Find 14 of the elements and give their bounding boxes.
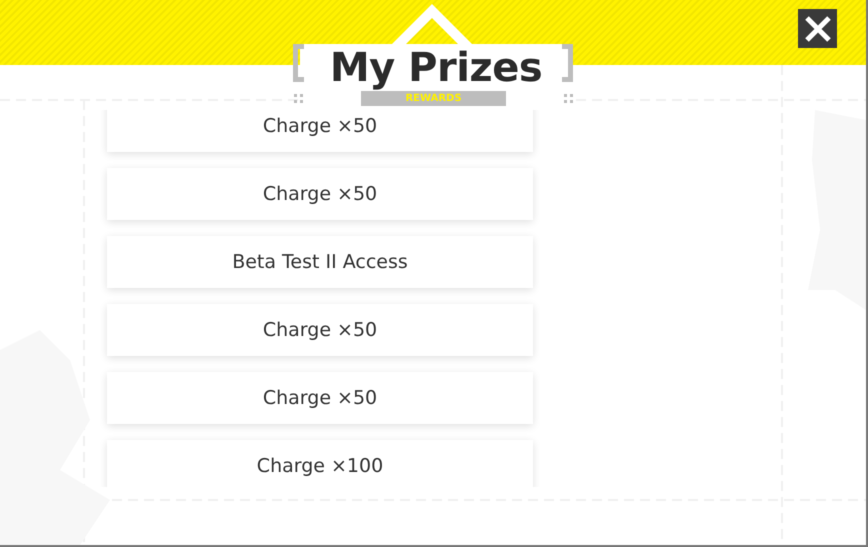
dots-icon: [564, 94, 573, 103]
dots-icon: [294, 94, 303, 103]
prize-card: Charge ×50: [107, 110, 533, 152]
page-title: My Prizes: [330, 44, 542, 93]
prize-card: Beta Test II Access: [107, 236, 533, 288]
section-subtitle: REWARDS: [361, 91, 506, 106]
close-icon: [804, 14, 832, 42]
bracket-icon: [292, 43, 306, 83]
prize-card: Charge ×50: [107, 168, 533, 220]
prize-card: Charge ×50: [107, 372, 533, 424]
bracket-icon: [560, 43, 574, 83]
prize-card: Charge ×50: [107, 304, 533, 356]
close-button[interactable]: [798, 9, 837, 48]
prize-card: Charge ×100: [107, 440, 533, 487]
